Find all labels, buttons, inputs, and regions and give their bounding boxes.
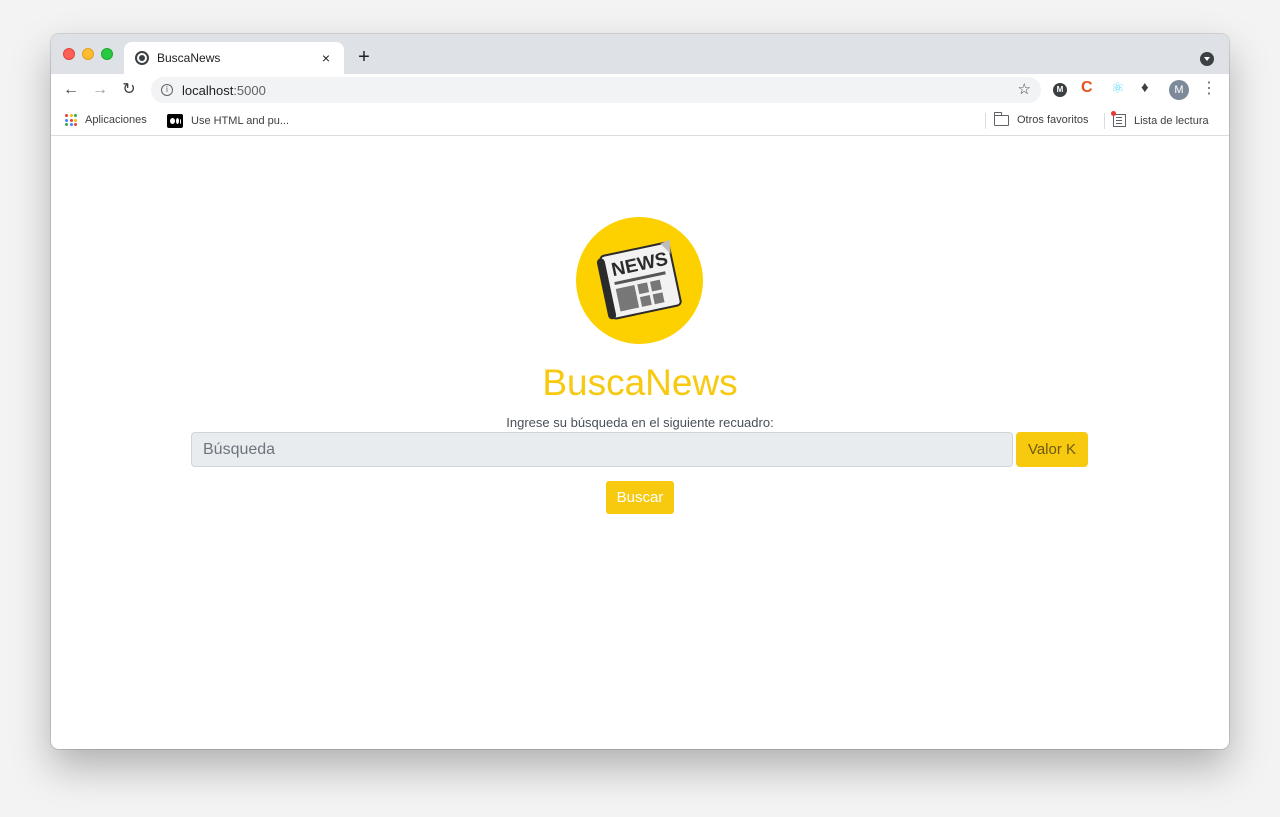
page-content: NEWS BuscaNews Ingrese su búsqueda en el… [51, 136, 1229, 749]
tab-title: BuscaNews [157, 51, 221, 65]
minimize-window-button[interactable] [82, 48, 94, 60]
url-port: :5000 [233, 82, 266, 98]
bookmark-separator [985, 113, 986, 129]
extension-m-icon[interactable]: M [1053, 83, 1067, 97]
reload-icon[interactable]: ↻ [119, 80, 139, 100]
back-arrow-icon[interactable]: ← [61, 80, 81, 100]
star-icon[interactable]: ☆ [1018, 80, 1031, 98]
puzzle-icon[interactable]: ♦ [1141, 79, 1157, 96]
tab-search-icon[interactable] [1200, 52, 1214, 66]
bookmarks-bar: Aplicaciones Use HTML and pu... Otros fa… [51, 106, 1229, 136]
tab-strip: BuscaNews × + [51, 34, 1229, 74]
search-instructions: Ingrese su búsqueda en el siguiente recu… [506, 415, 774, 430]
reading-list-icon [1111, 111, 1126, 127]
browser-toolbar: ← → ↻ i localhost:5000 ☆ M C ⚛ ♦ M ⋮ [51, 74, 1229, 106]
kebab-menu-icon[interactable]: ⋮ [1201, 79, 1217, 99]
apps-grid-icon [65, 114, 77, 126]
bookmark-use-html-label: Use HTML and pu... [191, 115, 290, 127]
medium-icon [167, 114, 183, 128]
bookmark-reading-label: Lista de lectura [1134, 114, 1209, 127]
new-tab-button[interactable]: + [352, 46, 376, 70]
bookmark-apps-label: Aplicaciones [85, 114, 147, 126]
folder-icon [994, 111, 1009, 126]
browser-window: BuscaNews × + ← → ↻ i localhost:5000 ☆ M… [51, 34, 1229, 749]
bookmark-others-folder[interactable]: Otros favoritos [994, 111, 1089, 126]
extension-c-icon[interactable]: C [1081, 79, 1099, 96]
close-window-button[interactable] [63, 48, 75, 60]
newspaper-logo-icon: NEWS [576, 217, 703, 344]
tab-close-icon[interactable]: × [318, 50, 334, 66]
page-title: BuscaNews [542, 362, 738, 403]
search-input[interactable] [191, 432, 1013, 467]
react-devtools-icon[interactable]: ⚛ [1111, 79, 1127, 97]
forward-arrow-icon[interactable]: → [90, 80, 110, 100]
maximize-window-button[interactable] [101, 48, 113, 60]
bookmark-apps[interactable]: Aplicaciones [65, 114, 147, 126]
bookmark-separator [1104, 113, 1105, 129]
valor-k-button[interactable]: Valor K [1016, 432, 1088, 467]
address-bar[interactable]: i localhost:5000 ☆ [151, 77, 1041, 103]
avatar[interactable]: M [1169, 80, 1189, 100]
globe-icon [135, 51, 149, 65]
tab-buscanews[interactable]: BuscaNews × [124, 42, 344, 74]
bookmark-use-html[interactable]: Use HTML and pu... [167, 114, 289, 128]
search-button[interactable]: Buscar [606, 481, 674, 514]
info-icon[interactable]: i [161, 84, 173, 96]
url-host: localhost [182, 82, 234, 98]
bookmark-reading-list[interactable]: Lista de lectura [1111, 111, 1209, 127]
bookmark-others-label: Otros favoritos [1017, 114, 1089, 126]
